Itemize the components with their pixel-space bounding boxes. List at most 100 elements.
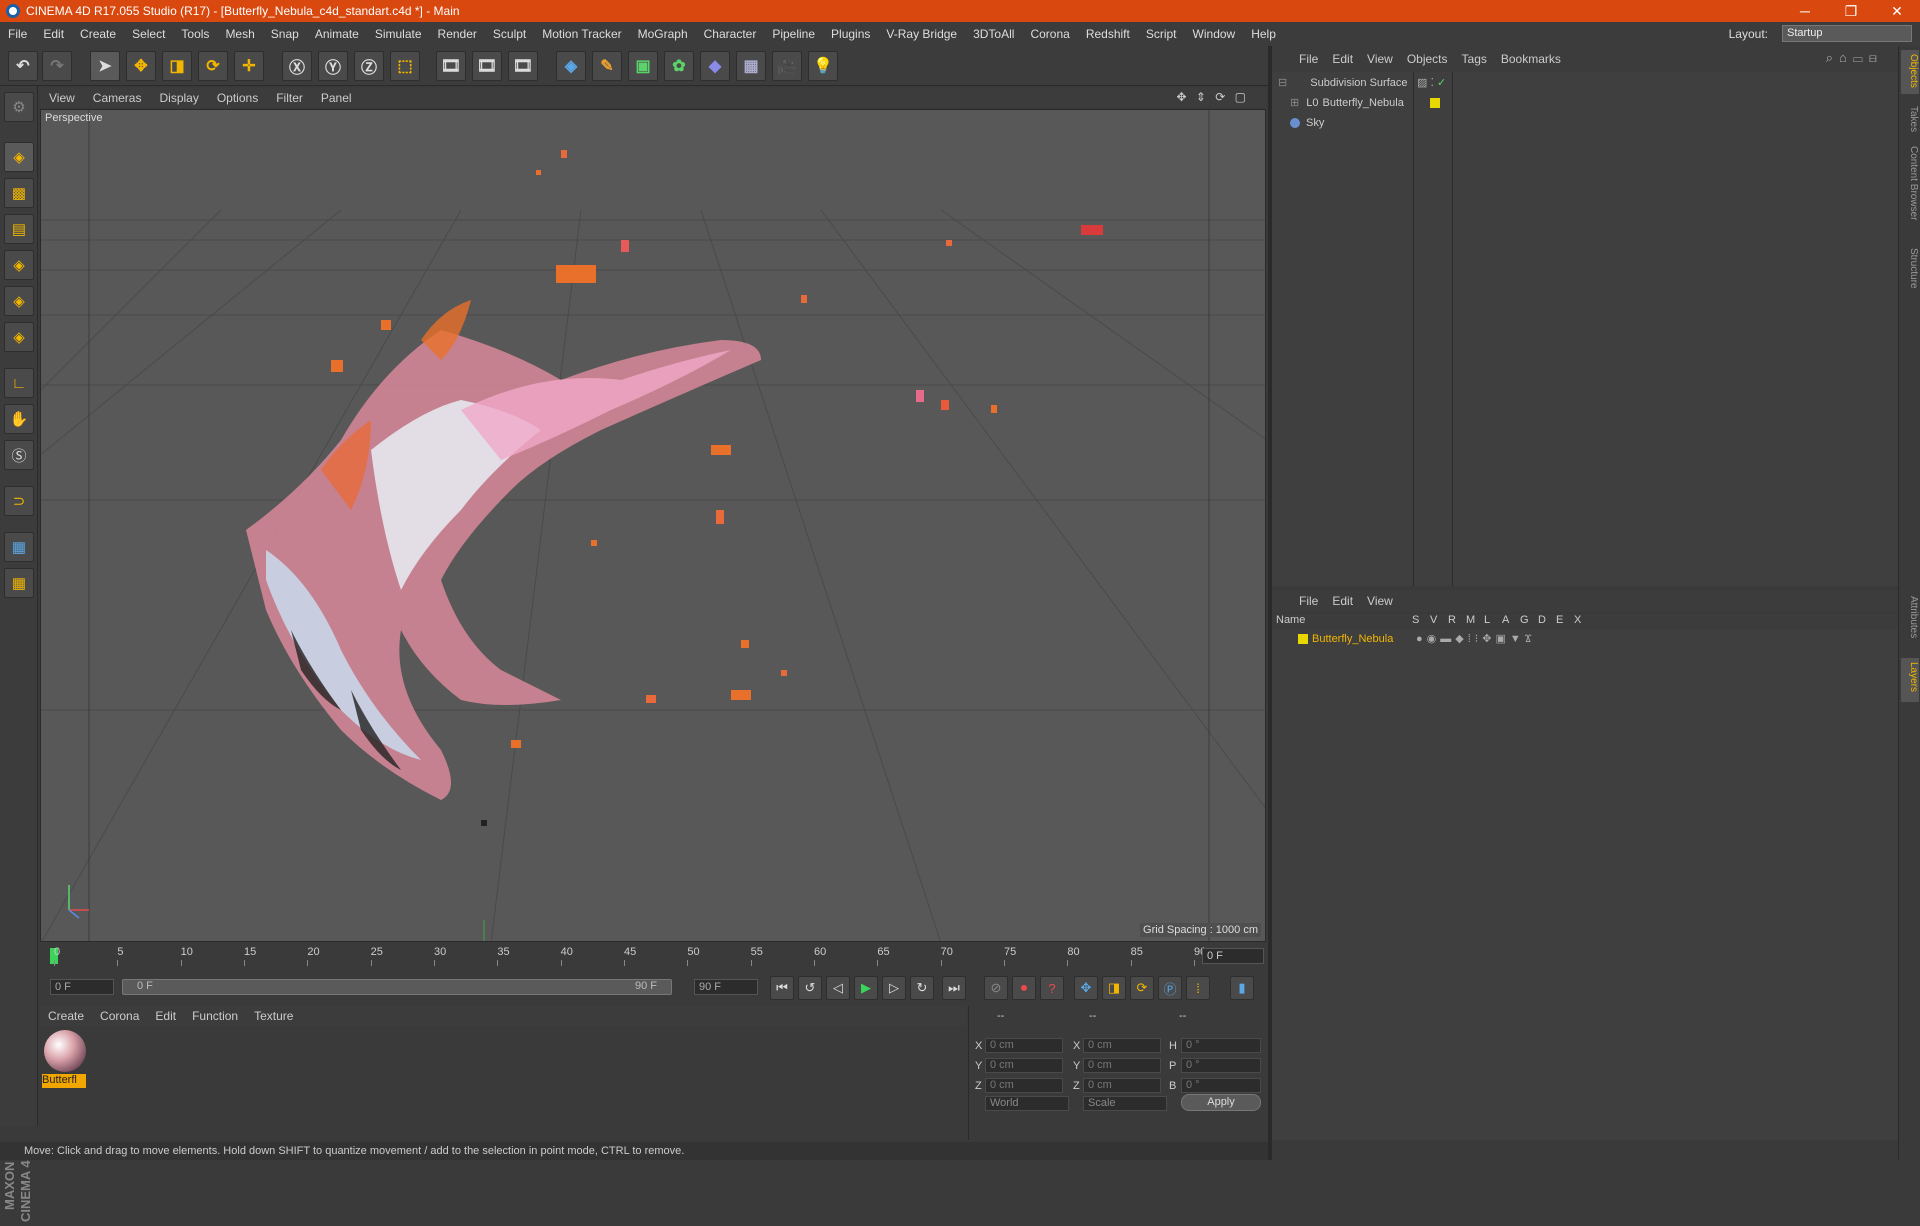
object-menu-edit[interactable]: Edit <box>1325 52 1360 66</box>
edges-mode-icon[interactable]: ◈ <box>4 286 34 316</box>
viewport-navigation-icons[interactable]: ✥ ⇕ ⟳ ▢ <box>1167 90 1258 104</box>
camera-icon[interactable]: 🎥 <box>772 51 802 81</box>
autokeying-icon[interactable]: ? <box>1040 976 1064 1000</box>
timeline-window-icon[interactable]: ▮ <box>1230 976 1254 1000</box>
coordinate-system-icon[interactable]: ⬚ <box>390 51 420 81</box>
viewport-menu-cameras[interactable]: Cameras <box>84 91 151 105</box>
layout-dropdown[interactable]: Startup <box>1782 25 1912 42</box>
menu-plugins[interactable]: Plugins <box>823 27 878 41</box>
redo-icon[interactable]: ↷ <box>42 51 72 81</box>
size-y-field[interactable]: 0 cm <box>1083 1058 1161 1073</box>
position-y-field[interactable]: 0 cm <box>985 1058 1063 1073</box>
axis-mode-icon[interactable]: ∟ <box>4 368 34 398</box>
go-to-end-icon[interactable]: ⏭ <box>942 976 966 1000</box>
menu-create[interactable]: Create <box>72 27 124 41</box>
tab-layers[interactable]: Layers <box>1901 658 1919 702</box>
material-menu-corona[interactable]: Corona <box>92 1009 147 1023</box>
render-picture-viewer-icon[interactable]: 🎞 <box>472 51 502 81</box>
key-point-level-icon[interactable]: ⁞ <box>1186 976 1210 1000</box>
lock-workplane-icon[interactable]: ▦ <box>4 532 34 562</box>
next-frame-icon[interactable]: ▷ <box>882 976 906 1000</box>
subdivision-surface-icon[interactable]: ▣ <box>628 51 658 81</box>
tab-objects[interactable]: Objects <box>1901 50 1919 94</box>
record-active-objects-icon[interactable]: ⏺ <box>1012 976 1036 1000</box>
frame-range-slider[interactable]: 0 F 90 F <box>122 979 672 995</box>
menu-character[interactable]: Character <box>696 27 765 41</box>
undo-icon[interactable]: ↶ <box>8 51 38 81</box>
material-menu-create[interactable]: Create <box>40 1009 92 1023</box>
deformer-icon[interactable]: ◆ <box>700 51 730 81</box>
cube-primitive-icon[interactable]: ◈ <box>556 51 586 81</box>
apply-button[interactable]: Apply <box>1181 1094 1261 1111</box>
layer-color-tag-icon[interactable] <box>1430 98 1440 108</box>
coordinate-mode-dropdown[interactable]: World <box>985 1096 1069 1111</box>
object-manager-search-icon[interactable]: ⌕⌂▭⊟ <box>1819 50 1890 66</box>
size-x-field[interactable]: 0 cm <box>1083 1038 1161 1053</box>
play-forward-icon[interactable]: ▶ <box>854 976 878 1000</box>
render-settings-icon[interactable]: 🎞 <box>508 51 538 81</box>
menu-file[interactable]: File <box>0 27 35 41</box>
spline-pen-icon[interactable]: ✎ <box>592 51 622 81</box>
layer-row-butterfly-nebula[interactable]: Butterfly_Nebula ●◉▬◆⁞⁝✥▣▼Ϫ <box>1272 630 1898 648</box>
timeline-ruler[interactable]: 0 5 10 15 20 25 30 35 40 45 50 55 60 65 70 75 80 85 90 0 F <box>40 944 1266 970</box>
rotate-tool-icon[interactable]: ⟳ <box>198 51 228 81</box>
live-selection-icon[interactable]: ➤ <box>90 51 120 81</box>
menu-simulate[interactable]: Simulate <box>367 27 430 41</box>
key-rotation-icon[interactable]: ⟳ <box>1130 976 1154 1000</box>
rotation-h-field[interactable]: 0 ° <box>1181 1038 1261 1053</box>
tweak-mode-icon[interactable]: ✋ <box>4 404 34 434</box>
layer-toggle-icons[interactable]: ●◉▬◆⁞⁝✥▣▼Ϫ <box>1416 630 1535 648</box>
layer-color-swatch[interactable] <box>1298 634 1308 644</box>
menu-window[interactable]: Window <box>1185 27 1244 41</box>
menu-help[interactable]: Help <box>1243 27 1284 41</box>
layer-name[interactable]: Butterfly_Nebula <box>1312 630 1393 648</box>
key-parameter-icon[interactable]: Ⓟ <box>1158 976 1182 1000</box>
size-mode-dropdown[interactable]: Scale <box>1083 1096 1167 1111</box>
cloner-icon[interactable]: ✿ <box>664 51 694 81</box>
object-row-subdivision-surface[interactable]: ⊟ Subdivision Surface ▨ ⁚ ✓ <box>1272 74 1898 92</box>
menu-pipeline[interactable]: Pipeline <box>764 27 823 41</box>
editor-toggle-icon[interactable]: ▨ ⁚ ✓ <box>1417 74 1446 92</box>
render-view-icon[interactable]: 🎞 <box>436 51 466 81</box>
make-editable-icon[interactable]: ⚙ <box>4 92 34 122</box>
tab-structure[interactable]: Structure <box>1901 244 1919 300</box>
previous-frame-icon[interactable]: ◁ <box>826 976 850 1000</box>
polygons-mode-icon[interactable]: ◈ <box>4 322 34 352</box>
material-menu-function[interactable]: Function <box>184 1009 246 1023</box>
tab-takes[interactable]: Takes <box>1901 102 1919 136</box>
layer-menu-edit[interactable]: Edit <box>1325 594 1360 608</box>
perspective-viewport[interactable]: Perspective Grid Spacing : 1000 cm <box>40 109 1266 942</box>
object-row-butterfly-nebula[interactable]: ⊞ L0 Butterfly_Nebula <box>1272 94 1898 112</box>
menu-3dtoall[interactable]: 3DToAll <box>965 27 1022 41</box>
scale-tool-icon[interactable]: ◨ <box>162 51 192 81</box>
tab-content-browser[interactable]: Content Browser <box>1901 142 1919 238</box>
x-axis-lock-icon[interactable]: Ⓧ <box>282 51 312 81</box>
material-name[interactable]: Butterfl <box>42 1074 86 1088</box>
maximize-button[interactable]: ❐ <box>1828 0 1874 22</box>
model-mode-icon[interactable]: ◈ <box>4 142 34 172</box>
next-keyframe-icon[interactable]: ↻ <box>910 976 934 1000</box>
magnet-icon[interactable]: ⊃ <box>4 486 34 516</box>
object-menu-file[interactable]: File <box>1292 52 1325 66</box>
rotation-b-field[interactable]: 0 ° <box>1181 1078 1261 1093</box>
texture-mode-icon[interactable]: ▩ <box>4 178 34 208</box>
rotation-p-field[interactable]: 0 ° <box>1181 1058 1261 1073</box>
menu-animate[interactable]: Animate <box>307 27 367 41</box>
position-z-field[interactable]: 0 cm <box>985 1078 1063 1093</box>
menu-tools[interactable]: Tools <box>173 27 217 41</box>
collapse-icon[interactable]: ⊟ <box>1272 77 1287 89</box>
close-button[interactable]: ✕ <box>1874 0 1920 22</box>
menu-sculpt[interactable]: Sculpt <box>485 27 534 41</box>
menu-edit[interactable]: Edit <box>35 27 72 41</box>
go-to-start-icon[interactable]: ⏮ <box>770 976 794 1000</box>
z-axis-lock-icon[interactable]: Ⓩ <box>354 51 384 81</box>
object-menu-objects[interactable]: Objects <box>1400 52 1455 66</box>
viewport-menu-options[interactable]: Options <box>208 91 267 105</box>
workplane-icon[interactable]: ▦ <box>4 568 34 598</box>
key-scale-icon[interactable]: ◨ <box>1102 976 1126 1000</box>
expand-icon[interactable]: ⊞ <box>1272 97 1299 109</box>
viewport-menu-view[interactable]: View <box>40 91 84 105</box>
viewport-menu-panel[interactable]: Panel <box>312 91 361 105</box>
start-frame-field[interactable]: 0 F <box>50 979 114 995</box>
points-mode-icon[interactable]: ◈ <box>4 250 34 280</box>
